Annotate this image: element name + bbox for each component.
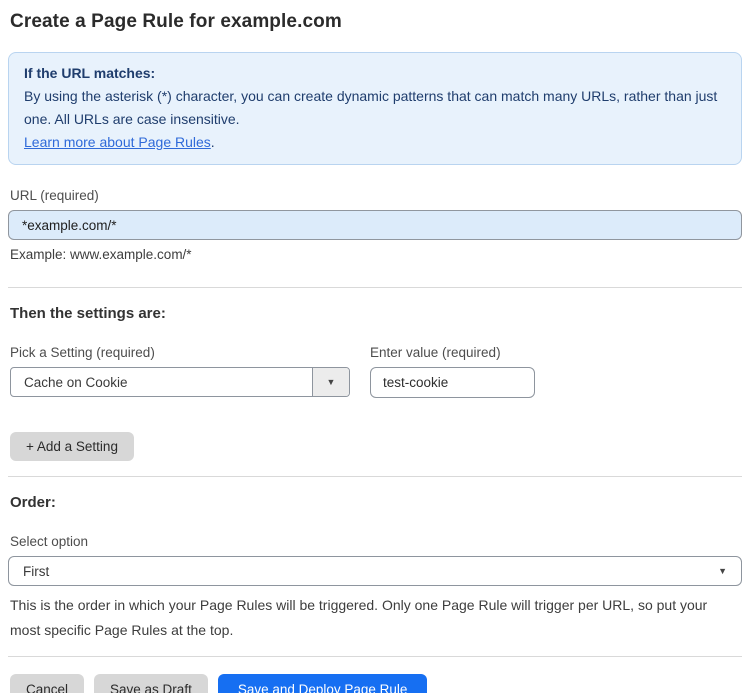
info-box-body: By using the asterisk (*) character, you… xyxy=(24,88,718,127)
url-example-text: Example: www.example.com/* xyxy=(10,247,192,262)
setting-value-column: Enter value (required) xyxy=(370,329,535,398)
divider xyxy=(8,656,742,657)
order-section-heading: Order: xyxy=(10,494,56,511)
save-as-draft-button[interactable]: Save as Draft xyxy=(94,674,208,693)
cancel-button[interactable]: Cancel xyxy=(10,674,85,693)
settings-row: Pick a Setting (required) Cache on Cooki… xyxy=(10,322,740,398)
setting-picker-label: Pick a Setting (required) xyxy=(10,345,155,360)
page-rule-form: Create a Page Rule for example.com If th… xyxy=(0,0,750,693)
order-select[interactable]: First ▼ xyxy=(8,556,742,586)
order-select-value: First xyxy=(23,563,50,579)
page-title: Create a Page Rule for example.com xyxy=(10,11,342,32)
setting-select[interactable]: Cache on Cookie ▼ xyxy=(10,367,350,397)
link-period: . xyxy=(210,134,215,150)
url-match-info-box: If the URL matches: By using the asteris… xyxy=(8,52,742,165)
url-input[interactable] xyxy=(8,210,742,240)
divider xyxy=(8,287,742,288)
setting-select-arrow-button[interactable]: ▼ xyxy=(312,368,349,396)
settings-section-heading: Then the settings are: xyxy=(10,305,166,322)
url-field-label: URL (required) xyxy=(10,188,99,203)
setting-value-input[interactable] xyxy=(370,367,535,398)
order-help-text: This is the order in which your Page Rul… xyxy=(10,597,708,638)
save-and-deploy-button[interactable]: Save and Deploy Page Rule xyxy=(217,674,428,693)
chevron-down-icon: ▼ xyxy=(718,566,727,576)
setting-picker-column: Pick a Setting (required) Cache on Cooki… xyxy=(10,322,350,397)
info-box-heading: If the URL matches: xyxy=(24,65,156,81)
chevron-down-icon: ▼ xyxy=(326,377,336,387)
setting-value-label: Enter value (required) xyxy=(370,345,501,360)
learn-more-link[interactable]: Learn more about Page Rules xyxy=(24,134,211,150)
info-box-link-line: Learn more about Page Rules. xyxy=(24,131,726,154)
setting-select-value: Cache on Cookie xyxy=(24,374,128,390)
order-select-label: Select option xyxy=(10,534,89,549)
add-setting-button[interactable]: + Add a Setting xyxy=(10,432,134,461)
divider xyxy=(8,476,742,477)
form-actions: Cancel Save as Draft Save and Deploy Pag… xyxy=(10,674,740,693)
